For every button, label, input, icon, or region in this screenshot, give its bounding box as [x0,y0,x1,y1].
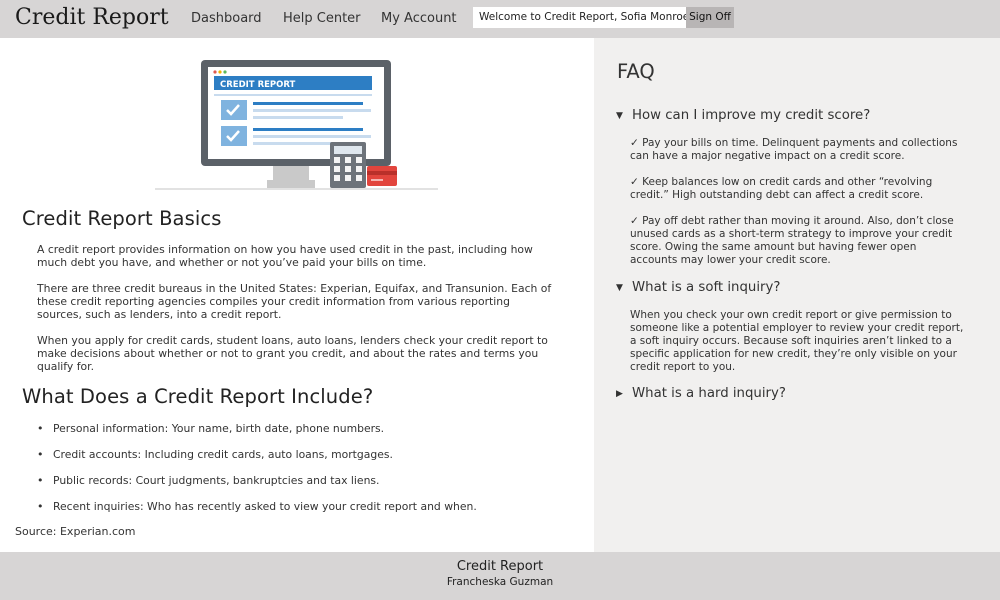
basics-paragraph: There are three credit bureaus in the Un… [37,282,552,321]
faq-question-label: What is a hard inquiry? [632,386,786,401]
list-item: Credit accounts: Including credit cards,… [37,448,477,474]
faq-answer: ✓ Keep balances low on credit cards and … [630,176,933,201]
faq-question-improve-score[interactable]: ▼ How can I improve my credit score? [616,108,870,123]
source-note: Source: Experian.com [15,525,136,538]
basics-paragraph: When you apply for credit cards, student… [37,334,548,373]
brand-logo[interactable]: Credit Report [15,5,169,30]
triangle-right-icon: ▶ [616,389,623,399]
nav-help-center[interactable]: Help Center [283,11,361,26]
sign-off-button[interactable]: Sign Off [686,7,734,28]
triangle-down-icon: ▼ [616,283,623,293]
svg-text:CREDIT REPORT: CREDIT REPORT [220,80,296,90]
triangle-down-icon: ▼ [616,111,623,121]
include-heading: What Does a Credit Report Include? [22,385,374,408]
faq-question-label: What is a soft inquiry? [632,280,781,295]
faq-title: FAQ [617,60,655,83]
page-footer: Credit Report Francheska Guzman [0,552,1000,600]
footer-title: Credit Report [456,559,544,574]
faq-answer: When you check your own credit report or… [630,309,964,373]
list-item: Recent inquiries: Who has recently asked… [37,500,477,526]
faq-panel: FAQ ▼ How can I improve my credit score? … [594,38,1000,552]
faq-question-hard-inquiry[interactable]: ▶ What is a hard inquiry? [616,386,786,401]
faq-question-label: How can I improve my credit score? [632,108,871,123]
welcome-message: Welcome to Credit Report, Sofia Monroe. [473,7,686,28]
basics-paragraph: A credit report provides information on … [37,243,533,269]
list-item: Public records: Court judgments, bankrup… [37,474,477,500]
footer-author: Francheska Guzman [446,576,554,588]
faq-question-soft-inquiry[interactable]: ▼ What is a soft inquiry? [616,280,780,295]
nav-dashboard[interactable]: Dashboard [191,11,262,26]
list-item: Personal information: Your name, birth d… [37,422,477,448]
faq-answer: ✓ Pay off debt rather than moving it aro… [630,215,954,266]
top-header: Credit Report Dashboard Help Center My A… [0,0,1000,38]
credit-report-illustration: CREDIT REPORT [155,60,438,190]
basics-heading: Credit Report Basics [22,207,222,230]
main-content: CREDIT REPORT Credit Report Basics A cre… [0,38,594,552]
faq-answer: ✓ Pay your bills on time. Delinquent pay… [630,137,958,162]
include-list: Personal information: Your name, birth d… [37,422,477,526]
nav-my-account[interactable]: My Account [381,11,457,26]
